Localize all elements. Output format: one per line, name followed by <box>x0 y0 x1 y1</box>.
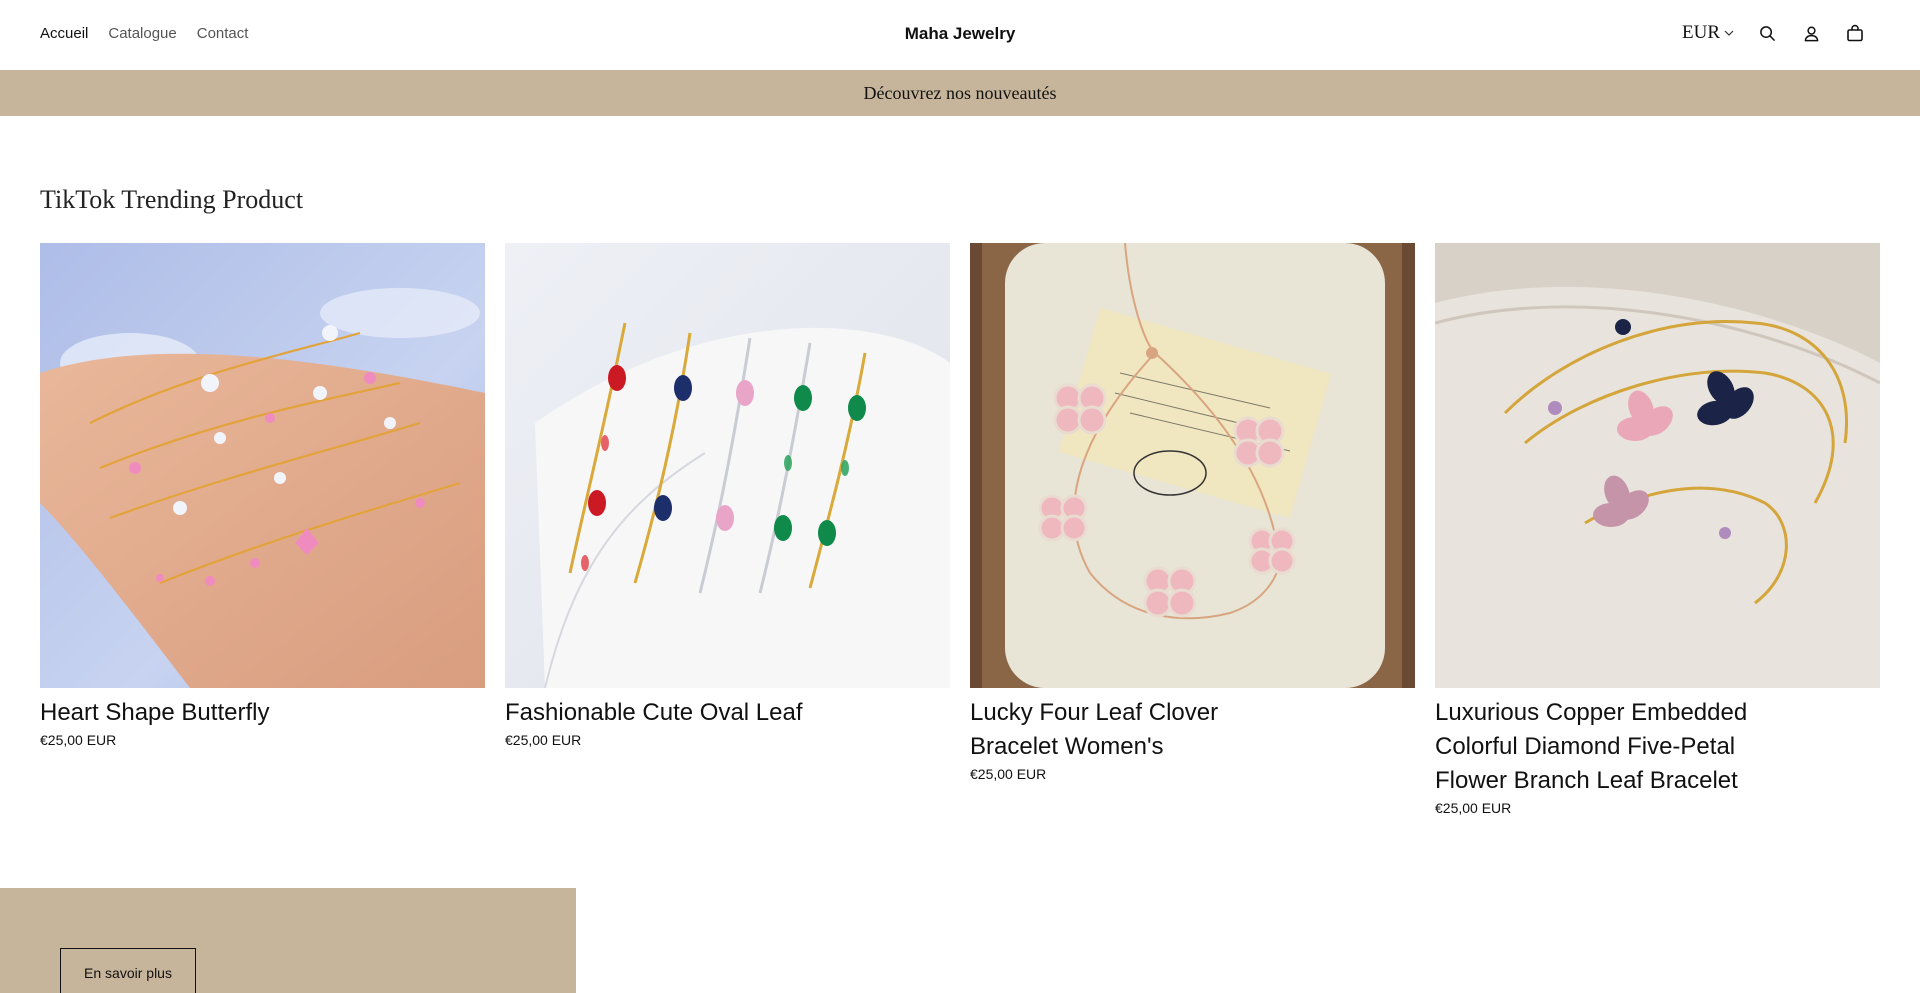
brand-logo[interactable]: Maha Jewelry <box>0 24 1920 44</box>
product-image[interactable] <box>505 243 950 688</box>
product-image[interactable] <box>1435 243 1880 688</box>
account-icon <box>1804 26 1818 41</box>
currency-selector[interactable]: EUR <box>1682 22 1734 44</box>
announcement-text: Découvrez nos nouveautés <box>863 82 1057 103</box>
product-price: €25,00 EUR <box>1435 800 1512 816</box>
search-icon <box>1759 25 1775 41</box>
product-card[interactable]: Luxurious Copper Embedded Colorful Diamo… <box>1435 243 1880 816</box>
product-card[interactable]: Fashionable Cute Oval Leaf €25,00 EUR <box>505 243 950 816</box>
promo-banner: En savoir plus <box>0 888 576 993</box>
product-title[interactable]: Heart Shape Butterfly <box>40 696 380 730</box>
product-image[interactable] <box>970 243 1415 688</box>
product-price: €25,00 EUR <box>505 732 582 748</box>
product-price: €25,00 EUR <box>970 766 1047 782</box>
search-button[interactable] <box>1756 22 1778 44</box>
main-nav: Accueil Catalogue Contact <box>40 25 248 42</box>
product-card[interactable]: Heart Shape Butterfly €25,00 EUR <box>40 243 485 816</box>
product-title[interactable]: Fashionable Cute Oval Leaf <box>505 696 845 730</box>
product-photo-bracelet-clover <box>970 243 1415 688</box>
product-card[interactable]: Lucky Four Leaf Clover Bracelet Women's … <box>970 243 1415 816</box>
currency-label: EUR <box>1682 22 1720 43</box>
header-tools: EUR <box>1682 22 1866 44</box>
account-button[interactable] <box>1800 22 1822 44</box>
nav-link-catalogue[interactable]: Catalogue <box>108 25 176 42</box>
product-photo-bracelet-butterfly <box>40 243 485 688</box>
product-grid: Heart Shape Butterfly €25,00 EUR Fashion… <box>40 243 1880 816</box>
product-title[interactable]: Lucky Four Leaf Clover Bracelet Women's <box>970 696 1310 764</box>
announcement-bar[interactable]: Découvrez nos nouveautés <box>0 70 1920 116</box>
learn-more-button[interactable]: En savoir plus <box>60 948 196 993</box>
product-photo-bracelet-oval-leaf <box>505 243 950 688</box>
product-photo-bracelet-flower-branch <box>1435 243 1880 688</box>
cart-icon <box>1847 24 1863 42</box>
site-header: Accueil Catalogue Contact Maha Jewelry E… <box>0 0 1920 70</box>
nav-link-accueil[interactable]: Accueil <box>40 25 88 42</box>
nav-link-contact[interactable]: Contact <box>197 25 249 42</box>
section-title: TikTok Trending Product <box>40 185 304 214</box>
cart-button[interactable] <box>1844 22 1866 44</box>
chevron-down-icon <box>1724 30 1734 36</box>
product-price: €25,00 EUR <box>40 732 117 748</box>
product-image[interactable] <box>40 243 485 688</box>
product-title[interactable]: Luxurious Copper Embedded Colorful Diamo… <box>1435 696 1775 798</box>
